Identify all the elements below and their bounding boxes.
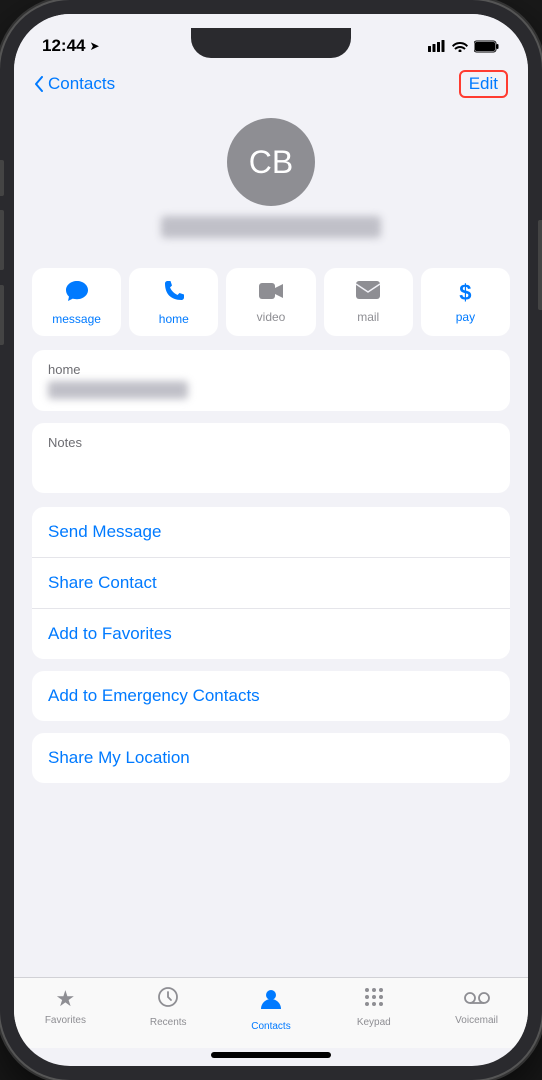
action-btn-video[interactable]: video	[226, 268, 315, 336]
action-btn-home[interactable]: home	[129, 268, 218, 336]
notes-card: Notes	[32, 423, 510, 493]
home-indicator	[211, 1052, 331, 1058]
video-icon	[258, 280, 284, 306]
contacts-icon	[258, 986, 284, 1018]
tab-bar: ★ Favorites Recents	[14, 977, 528, 1048]
action-btn-mail[interactable]: mail	[324, 268, 413, 336]
action-list-3: Share My Location	[32, 733, 510, 783]
avatar: CB	[227, 118, 315, 206]
wifi-icon	[452, 40, 468, 52]
volume-up-button[interactable]	[0, 160, 4, 196]
contact-name-blur	[161, 216, 381, 238]
home-info-card: home	[32, 350, 510, 411]
share-contact-button[interactable]: Share Contact	[32, 558, 510, 609]
mail-label: mail	[357, 310, 379, 324]
tab-favorites[interactable]: ★ Favorites	[14, 986, 117, 1032]
favorites-icon: ★	[56, 986, 76, 1012]
back-button[interactable]: Contacts	[34, 74, 115, 94]
recents-icon	[157, 986, 179, 1014]
keypad-label: Keypad	[357, 1017, 391, 1028]
pay-label: pay	[456, 310, 475, 324]
chevron-left-icon	[34, 76, 44, 92]
tab-contacts[interactable]: Contacts	[220, 986, 323, 1032]
scroll-content: CB message	[14, 108, 528, 977]
power-button[interactable]	[538, 220, 542, 310]
tab-voicemail[interactable]: Voicemail	[425, 986, 528, 1032]
tab-keypad[interactable]: Keypad	[322, 986, 425, 1032]
edit-button[interactable]: Edit	[459, 70, 508, 98]
battery-icon	[474, 40, 500, 53]
location-icon: ➤	[89, 39, 99, 53]
send-message-button[interactable]: Send Message	[32, 507, 510, 558]
phone-icon	[163, 280, 185, 308]
action-btn-pay[interactable]: $ pay	[421, 268, 510, 336]
home-label: home	[48, 362, 494, 377]
video-label: video	[257, 310, 286, 324]
voicemail-label: Voicemail	[455, 1015, 498, 1026]
signal-icon	[428, 40, 446, 52]
nav-bar: Contacts Edit	[14, 64, 528, 108]
action-list-1: Send Message Share Contact Add to Favori…	[32, 507, 510, 659]
share-location-button[interactable]: Share My Location	[32, 733, 510, 783]
notch	[191, 28, 351, 58]
pay-icon: $	[459, 280, 471, 306]
contacts-label: Contacts	[251, 1021, 290, 1032]
action-buttons: message home	[14, 258, 528, 350]
action-list-2: Add to Emergency Contacts	[32, 671, 510, 721]
add-favorites-button[interactable]: Add to Favorites	[32, 609, 510, 659]
favorites-label: Favorites	[45, 1015, 86, 1026]
notes-label: Notes	[48, 435, 494, 450]
keypad-icon	[363, 986, 385, 1014]
phone-screen: 12:44 ➤	[14, 14, 528, 1066]
action-btn-message[interactable]: message	[32, 268, 121, 336]
home-label: home	[159, 312, 189, 326]
voicemail-icon	[464, 986, 490, 1012]
contact-header: CB	[14, 108, 528, 258]
add-emergency-button[interactable]: Add to Emergency Contacts	[32, 671, 510, 721]
recents-label: Recents	[150, 1017, 187, 1028]
message-label: message	[52, 312, 101, 326]
volume-down-button[interactable]	[0, 210, 4, 270]
status-icons	[428, 40, 500, 53]
message-icon	[65, 280, 89, 308]
mail-icon	[355, 280, 381, 306]
status-time: 12:44	[42, 36, 85, 56]
tab-recents[interactable]: Recents	[117, 986, 220, 1032]
phone-number-blur	[48, 381, 188, 399]
silent-switch[interactable]	[0, 285, 4, 345]
phone-frame: 12:44 ➤	[0, 0, 542, 1080]
